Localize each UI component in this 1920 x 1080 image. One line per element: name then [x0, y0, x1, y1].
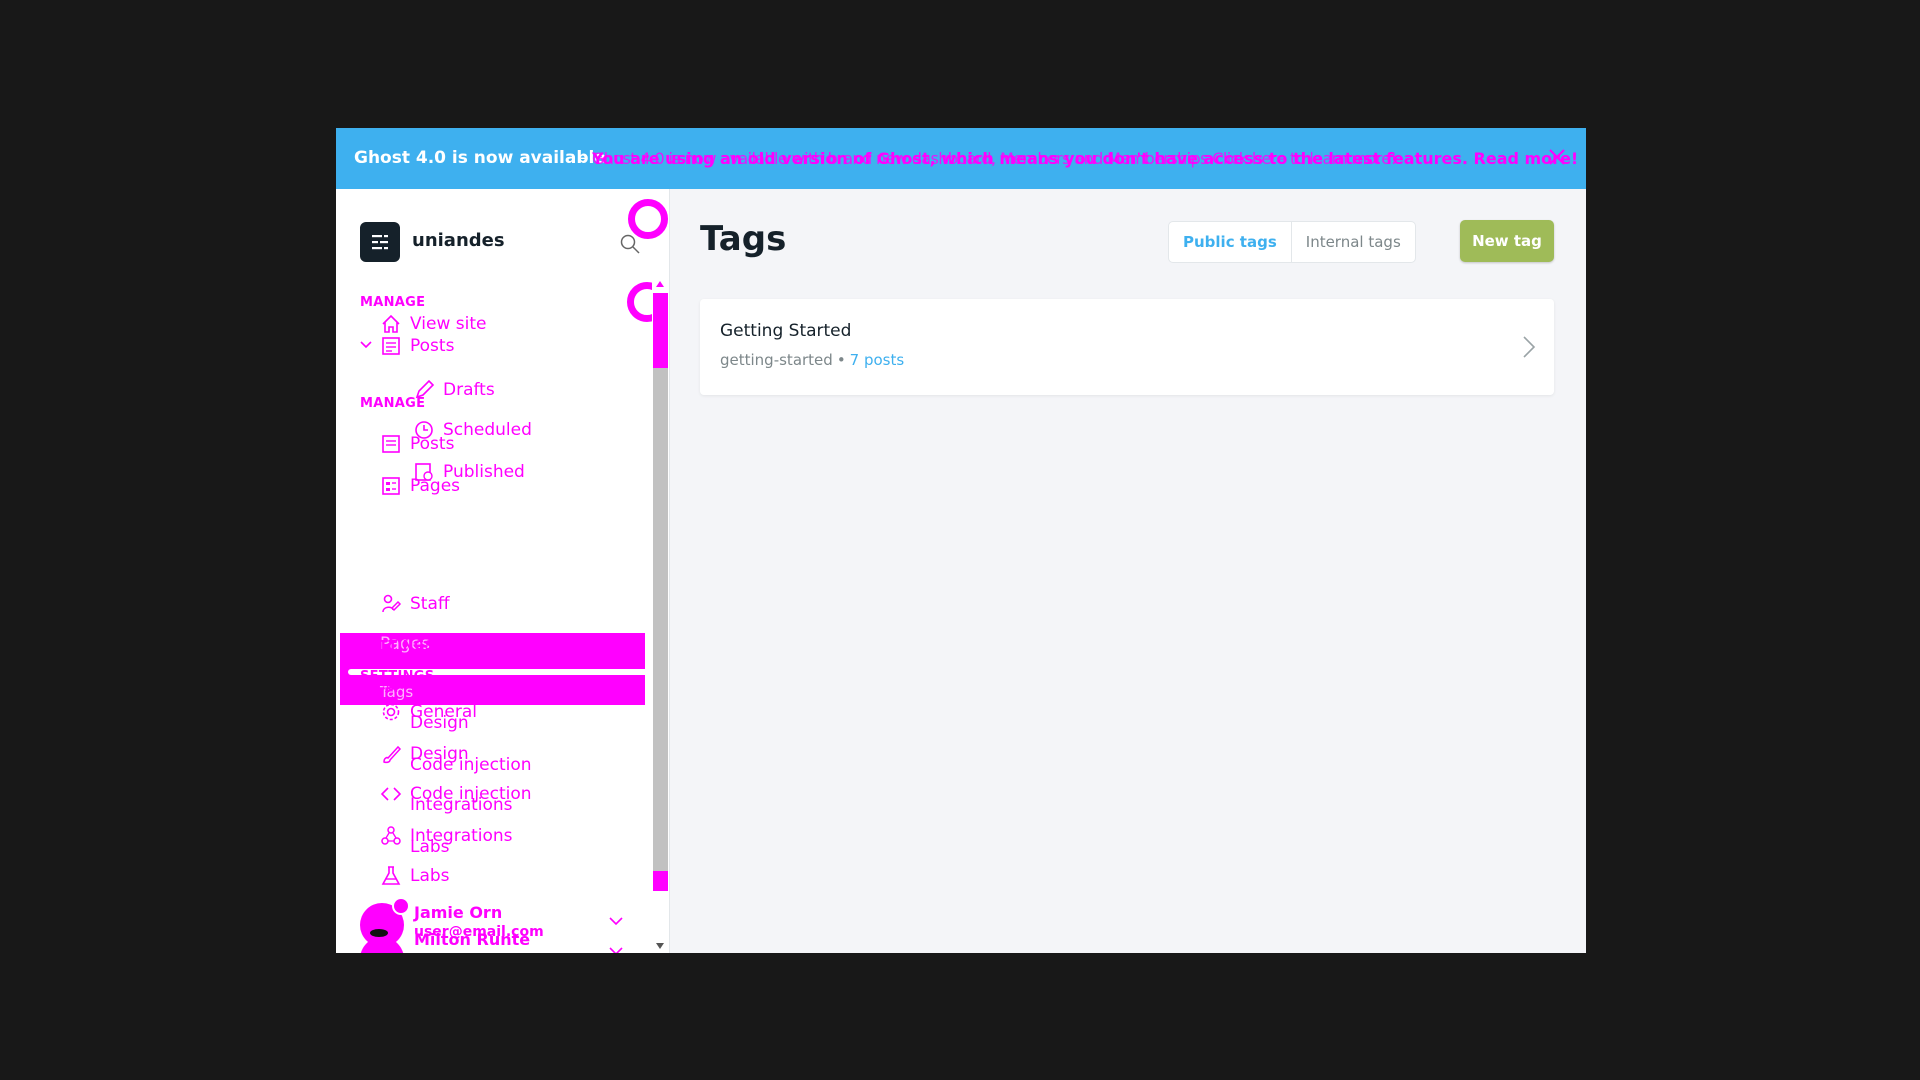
- sidebar-item-label: Scheduled: [443, 420, 532, 440]
- pencil-icon: [415, 379, 435, 399]
- section-label-settings: SETTINGS: [360, 639, 435, 654]
- sidebar-item-label: View site: [410, 314, 487, 334]
- tag-name: Getting Started: [720, 321, 852, 341]
- sidebar-item-label: Drafts: [443, 380, 495, 400]
- sidebar-item-general[interactable]: General: [380, 675, 477, 697]
- posts-icon: [382, 337, 400, 355]
- brush-icon: [383, 745, 402, 764]
- sidebar-item-drafts[interactable]: Drafts: [413, 379, 495, 401]
- chevron-down-icon[interactable]: [608, 916, 624, 926]
- user-name-dup[interactable]: Milton Runte: [414, 930, 530, 949]
- integrations-icon: [381, 826, 401, 845]
- overlay-marker-bar: [653, 871, 668, 891]
- tag-type-tabs: Public tags Internal tags: [1168, 221, 1416, 263]
- user-name[interactable]: Jamie Orn: [414, 903, 502, 922]
- sidebar-item-label: Labs: [410, 866, 450, 886]
- gear-icon: [382, 703, 400, 721]
- sidebar-item-label: General: [410, 676, 477, 696]
- main-content: Tags Public tags Internal tags New tag G…: [670, 189, 1586, 953]
- scroll-down-arrow-icon[interactable]: [656, 943, 664, 949]
- menu-logo-icon: [372, 235, 388, 250]
- tag-slug: getting-started: [720, 351, 833, 369]
- flask-icon: [381, 866, 401, 885]
- avatar-mark: [370, 929, 388, 937]
- staff-icon: [382, 594, 402, 613]
- tag-post-count[interactable]: 7 posts: [850, 351, 905, 369]
- sidebar-item-code-injection[interactable]: Code injection: [410, 755, 532, 775]
- site-name[interactable]: uniandes: [412, 230, 505, 251]
- sidebar-item-integrations[interactable]: Integrations: [410, 795, 513, 815]
- brand-logo[interactable]: [360, 222, 400, 262]
- banner-message-link[interactable]: You are using an old version of Ghost, w…: [592, 149, 1578, 168]
- pages-icon: [382, 477, 400, 495]
- sidebar-item-design[interactable]: Design: [410, 713, 469, 733]
- chevron-right-icon: [1523, 336, 1536, 358]
- sidebar-item-posts-dup[interactable]: Posts: [380, 433, 454, 455]
- page-title: Tags: [700, 219, 787, 259]
- tab-public-tags[interactable]: Public tags: [1169, 222, 1292, 262]
- close-icon[interactable]: [1544, 144, 1570, 170]
- sidebar-item-pages[interactable]: Pages: [380, 475, 460, 497]
- sidebar-scrollbar[interactable]: [652, 279, 669, 953]
- code-icon: [380, 787, 402, 801]
- sidebar-item-labs[interactable]: Labs: [410, 837, 450, 857]
- tag-meta: getting-started • 7 posts: [720, 351, 904, 369]
- sidebar-item-label: Pages: [410, 476, 461, 496]
- sidebar-item-label: Staff: [410, 594, 450, 614]
- app-window: Ghost 4.0 is now available - Ghost 4.0 i…: [336, 128, 1586, 953]
- update-banner: Ghost 4.0 is now available - Ghost 4.0 i…: [336, 128, 1586, 189]
- sidebar-item-labs-dup[interactable]: Labs: [380, 865, 450, 887]
- sidebar-item-posts[interactable]: Posts: [380, 335, 454, 357]
- scrollbar-thumb[interactable]: [653, 293, 668, 880]
- separator-dot: •: [836, 351, 846, 369]
- new-tag-button[interactable]: New tag: [1460, 220, 1554, 262]
- section-label-manage: MANAGE: [360, 295, 426, 310]
- chevron-down-icon[interactable]: [360, 340, 372, 350]
- sidebar-item-label: Posts: [410, 434, 455, 454]
- sidebar: uniandes MANAGE View site Posts MANAGE D…: [336, 189, 670, 953]
- sidebar-item-view-site[interactable]: View site: [380, 313, 486, 335]
- status-dot: [392, 897, 410, 915]
- sidebar-item-staff[interactable]: Staff: [380, 593, 450, 615]
- overlay-marker-circle: [628, 199, 668, 239]
- scroll-up-arrow-icon[interactable]: [656, 281, 664, 287]
- banner-separator: -: [580, 148, 587, 168]
- home-icon: [382, 314, 400, 333]
- sidebar-item-label: Posts: [410, 336, 455, 356]
- chevron-down-icon[interactable]: [608, 946, 624, 953]
- banner-title: Ghost 4.0 is now available: [354, 148, 606, 168]
- gear-icon: [382, 677, 400, 695]
- overlay-marker-bar: [653, 293, 668, 368]
- posts-icon: [382, 435, 400, 453]
- tab-internal-tags[interactable]: Internal tags: [1292, 222, 1415, 262]
- tag-list-item[interactable]: Getting Started getting-started • 7 posts: [700, 299, 1554, 395]
